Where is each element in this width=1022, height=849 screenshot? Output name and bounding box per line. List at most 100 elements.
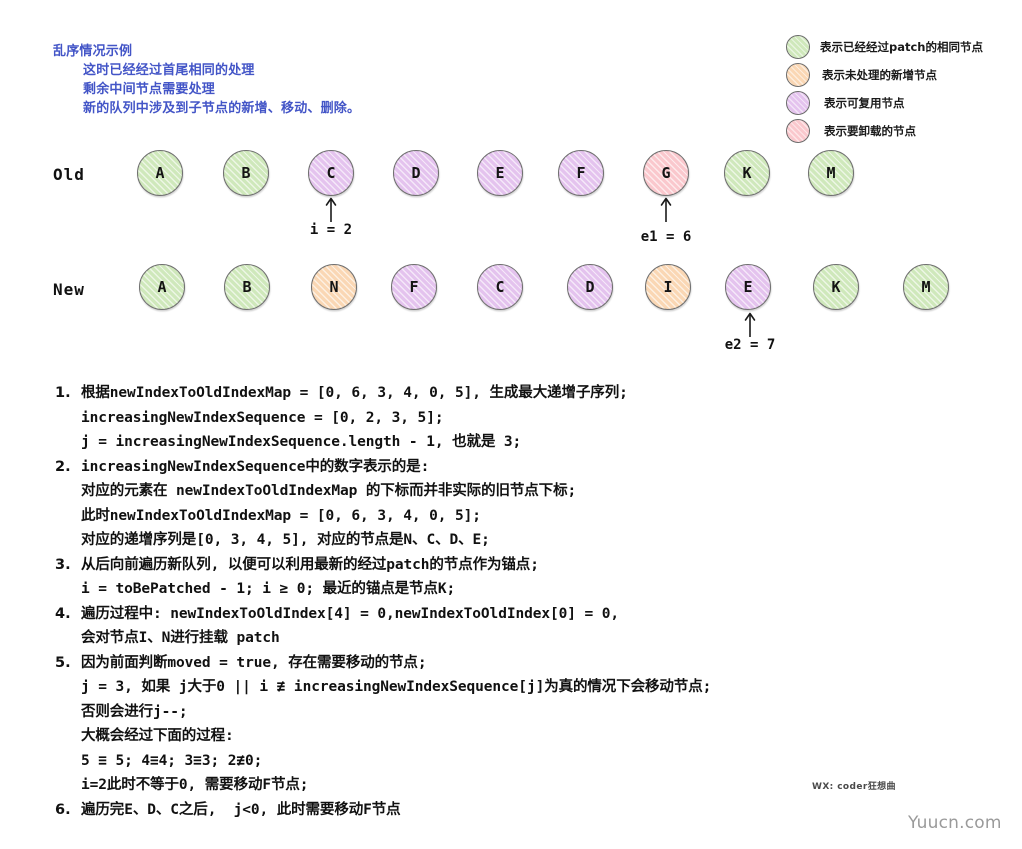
new-node-a: A — [139, 264, 185, 310]
step-number: 3. — [55, 556, 71, 573]
legend-item-pink: 表示要卸载的节点 — [786, 118, 1022, 144]
legend-label-pink: 表示要卸载的节点 — [824, 124, 916, 138]
old-row-label: Old — [53, 165, 85, 184]
legend-item-green: 表示已经经过patch的相同节点 — [786, 34, 1022, 60]
node-letter: A — [155, 164, 165, 182]
legend-item-purple: 表示可复用节点 — [786, 90, 1022, 116]
node-letter: M — [921, 278, 931, 296]
old-node-d: D — [393, 150, 439, 196]
node-letter: B — [241, 164, 251, 182]
old-node-b: B — [223, 150, 269, 196]
node-letter: A — [157, 278, 167, 296]
step-line: 此时newIndexToOldIndexMap = [0, 6, 3, 4, 0… — [81, 507, 481, 524]
step-body: 因为前面判断moved = true, 存在需要移动的节点; j = 3, 如果 … — [81, 651, 995, 798]
step-line: j = 3, 如果 j大于0 || i ≢ increasingNewIndex… — [81, 679, 712, 695]
node-letter: B — [242, 278, 252, 296]
node-letter: K — [742, 164, 752, 182]
pointer-e2-arrow-icon — [744, 312, 756, 337]
old-node-g: G — [643, 150, 689, 196]
steps-list: 1. 根据newIndexToOldIndexMap = [0, 6, 3, 4,… — [55, 381, 995, 822]
notes-line-3: 新的队列中涉及到子节点的新增、移动、删除。 — [83, 101, 361, 116]
node-letter: F — [576, 164, 586, 182]
old-node-e: E — [477, 150, 523, 196]
step-item: 2. increasingNewIndexSequence中的数字表示的是: 对应的… — [55, 455, 995, 553]
legend-label-orange: 表示未处理的新增节点 — [822, 68, 937, 82]
old-node-k: K — [724, 150, 770, 196]
node-letter: N — [329, 278, 339, 296]
old-node-a: A — [137, 150, 183, 196]
node-letter: E — [495, 164, 505, 182]
pointer-i-arrow-icon — [325, 197, 337, 222]
step-line: 因为前面判断moved = true, 存在需要移动的节点; — [81, 654, 427, 671]
site-watermark: Yuucn.com — [908, 813, 1002, 833]
notes-block: 乱序情况示例 这时已经经过首尾相同的处理 剩余中间节点需要处理 新的队列中涉及到… — [53, 42, 360, 118]
step-line: 从后向前遍历新队列, 以便可以利用最新的经过patch的节点作为锚点; — [81, 556, 539, 573]
legend-item-orange: 表示未处理的新增节点 — [786, 62, 1022, 88]
node-letter: E — [743, 278, 753, 296]
pointer-i-label: i = 2 — [309, 222, 353, 238]
node-letter: D — [585, 278, 595, 296]
old-node-m: M — [808, 150, 854, 196]
step-line: j = increasingNewIndexSequence.length - … — [81, 434, 522, 450]
node-letter: D — [411, 164, 421, 182]
legend: 表示已经经过patch的相同节点 表示未处理的新增节点 表示可复用节点 表示要卸… — [786, 34, 1022, 146]
step-number: 6. — [55, 801, 71, 818]
step-line: 遍历过程中: newIndexToOldIndex[4] = 0,newInde… — [81, 605, 620, 622]
pink-circle-icon — [786, 119, 810, 143]
step-number: 2. — [55, 458, 71, 475]
node-letter: C — [326, 164, 336, 182]
step-body: increasingNewIndexSequence中的数字表示的是: 对应的元素… — [81, 455, 995, 553]
node-letter: I — [663, 278, 673, 296]
step-item: 3. 从后向前遍历新队列, 以便可以利用最新的经过patch的节点作为锚点; i =… — [55, 553, 995, 602]
step-line: 否则会进行j--; — [81, 703, 188, 720]
step-line: 对应的递增序列是[0, 3, 4, 5], 对应的节点是N、C、D、E; — [81, 532, 490, 548]
wx-watermark: WX: coder狂想曲 — [812, 782, 896, 792]
new-node-n: N — [311, 264, 357, 310]
new-node-i: I — [645, 264, 691, 310]
step-number: 5. — [55, 654, 71, 671]
new-node-c: C — [477, 264, 523, 310]
step-line: 会对节点I、N进行挂载 patch — [81, 630, 280, 646]
old-node-f: F — [558, 150, 604, 196]
step-body: 从后向前遍历新队列, 以便可以利用最新的经过patch的节点作为锚点; i = t… — [81, 553, 995, 602]
step-number: 1. — [55, 385, 71, 401]
step-line: i = toBePatched - 1; i ≥ 0; 最近的锚点是节点K; — [81, 581, 456, 597]
legend-label-purple: 表示可复用节点 — [824, 96, 905, 110]
new-node-k: K — [813, 264, 859, 310]
node-letter: G — [661, 164, 671, 182]
node-letter: M — [826, 164, 836, 182]
step-line: 对应的元素在 newIndexToOldIndexMap 的下标而并非实际的旧节… — [81, 483, 577, 499]
node-letter: K — [831, 278, 841, 296]
pointer-e1-arrow-icon — [660, 197, 672, 222]
new-row-label: New — [53, 280, 85, 299]
step-line: increasingNewIndexSequence中的数字表示的是: — [81, 458, 430, 475]
step-line: 大概会经过下面的过程: — [81, 728, 234, 744]
step-body: 遍历完E、D、C之后, j<0, 此时需要移动F节点 — [81, 798, 995, 823]
new-node-b: B — [224, 264, 270, 310]
step-line: 遍历完E、D、C之后, j<0, 此时需要移动F节点 — [81, 801, 401, 818]
notes-title: 乱序情况示例 — [53, 44, 133, 59]
step-item: 6. 遍历完E、D、C之后, j<0, 此时需要移动F节点 — [55, 798, 995, 823]
pointer-e1-label: e1 = 6 — [640, 229, 692, 245]
node-letter: C — [495, 278, 505, 296]
step-number: 4. — [55, 605, 71, 622]
step-line: 根据newIndexToOldIndexMap = [0, 6, 3, 4, 0… — [81, 385, 628, 401]
notes-line-2: 剩余中间节点需要处理 — [83, 82, 216, 97]
step-body: 遍历过程中: newIndexToOldIndex[4] = 0,newInde… — [81, 602, 995, 651]
orange-circle-icon — [786, 63, 810, 87]
old-node-c: C — [308, 150, 354, 196]
step-item: 5. 因为前面判断moved = true, 存在需要移动的节点; j = 3, 如… — [55, 651, 995, 798]
step-body: 根据newIndexToOldIndexMap = [0, 6, 3, 4, 0… — [81, 381, 995, 455]
node-letter: F — [409, 278, 419, 296]
new-node-e: E — [725, 264, 771, 310]
diagram-canvas: 乱序情况示例 这时已经经过首尾相同的处理 剩余中间节点需要处理 新的队列中涉及到… — [0, 0, 1022, 849]
step-line: 5 ≡ 5; 4≡4; 3≡3; 2≢0; — [81, 752, 263, 769]
pointer-e2-label: e2 = 7 — [724, 337, 776, 353]
new-node-m: M — [903, 264, 949, 310]
purple-circle-icon — [786, 91, 810, 115]
step-item: 1. 根据newIndexToOldIndexMap = [0, 6, 3, 4,… — [55, 381, 995, 455]
step-line: increasingNewIndexSequence = [0, 2, 3, 5… — [81, 409, 444, 426]
new-node-d: D — [567, 264, 613, 310]
step-item: 4. 遍历过程中: newIndexToOldIndex[4] = 0,newIn… — [55, 602, 995, 651]
green-circle-icon — [786, 35, 810, 59]
